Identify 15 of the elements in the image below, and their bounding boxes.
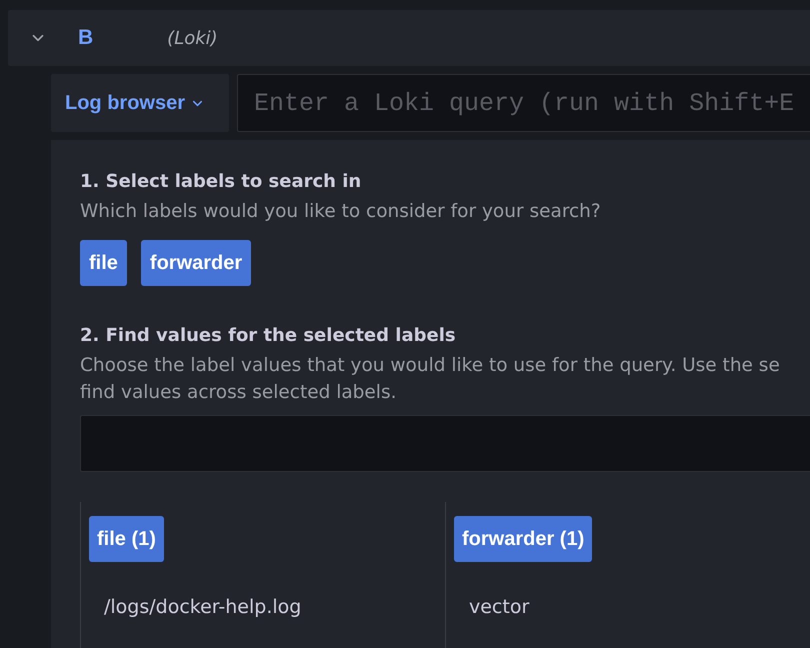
log-browser-button[interactable]: Log browser xyxy=(51,74,229,132)
value-list-title: forwarder (1) xyxy=(454,516,592,562)
value-search-field[interactable] xyxy=(80,415,810,472)
query-name: B xyxy=(78,26,94,50)
label-value[interactable]: vector xyxy=(454,592,536,622)
step-description: Which labels would you like to consider for your search? xyxy=(80,200,602,224)
step-title: 2. Find values for the selected labels xyxy=(80,325,457,347)
query-input[interactable]: Enter a Loki query (run with Shift+E xyxy=(237,74,810,132)
value-list-title: file (1) xyxy=(89,516,164,562)
step-description: Choose the label values that you would like to use for the query. Use the se find values across selected labels. xyxy=(80,354,781,405)
step-title: 1. Select labels to search in xyxy=(80,171,362,193)
datasource-name: (Loki) xyxy=(167,28,218,48)
label-chip[interactable]: file xyxy=(80,240,127,286)
label-chip[interactable]: forwarder xyxy=(140,240,252,286)
label-value[interactable]: /logs/docker-help.log xyxy=(89,592,308,622)
